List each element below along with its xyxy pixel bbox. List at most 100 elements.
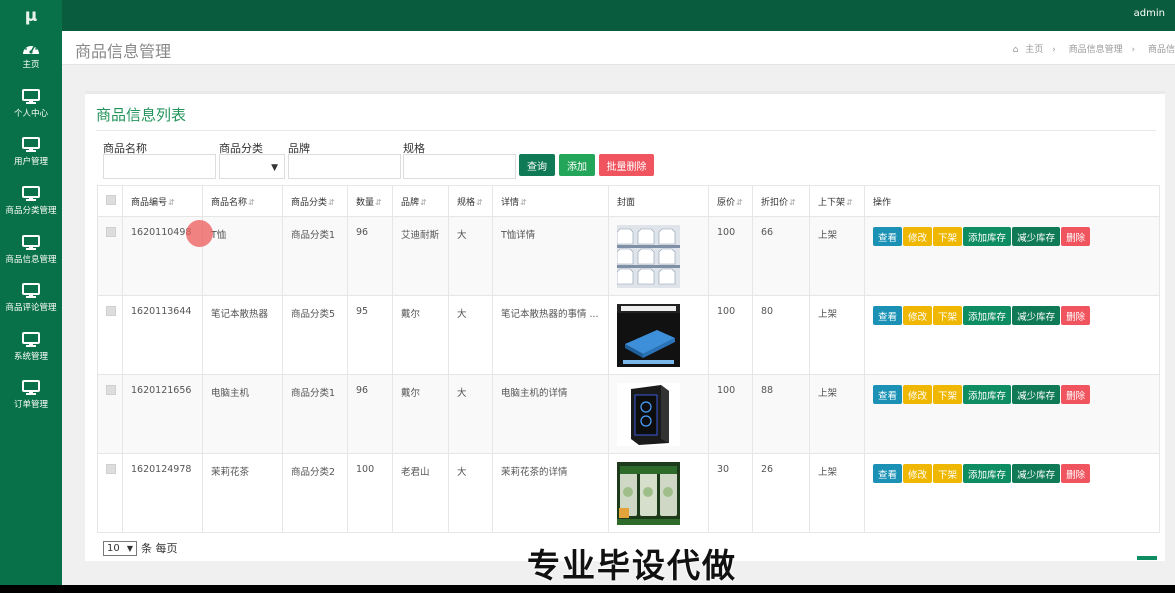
sort-icon: ⇵ (328, 197, 335, 207)
table-row: 1620124978 茉莉花茶 商品分类2 100 老君山 大 茉莉花茶的详情 (97, 453, 1160, 533)
add-stock-button[interactable]: 添加库存 (963, 227, 1012, 246)
product-table: 商品编号⇵ 商品名称⇵ 商品分类⇵ 数量⇵ 品牌⇵ 规格⇵ 详情⇵ 封面 原价⇵… (97, 185, 1160, 533)
cell-status: 上架 (809, 295, 865, 375)
brand-input[interactable] (288, 154, 401, 179)
cell-spec: 大 (448, 295, 493, 375)
sort-icon: ⇵ (789, 197, 796, 207)
content-panel: 商品信息列表 商品名称 商品分类 ▼ 品牌 规格 查询 添加 批量删除 商品编号… (85, 91, 1165, 561)
sort-icon: ⇵ (476, 197, 483, 207)
unlist-button[interactable]: 下架 (933, 227, 963, 246)
panel-title: 商品信息列表 (96, 106, 187, 124)
unlist-button[interactable]: 下架 (933, 464, 963, 483)
cell-qty: 96 (347, 374, 393, 454)
select-all-cell (97, 185, 123, 217)
sort-icon: ⇵ (420, 197, 427, 207)
product-image-pc-case[interactable] (617, 383, 680, 446)
row-checkbox[interactable] (106, 227, 116, 237)
product-image-tshirt[interactable] (616, 225, 680, 288)
delete-button[interactable]: 删除 (1061, 306, 1091, 325)
col-header[interactable]: 规格⇵ (448, 185, 493, 217)
table-header-row: 商品编号⇵ 商品名称⇵ 商品分类⇵ 数量⇵ 品牌⇵ 规格⇵ 详情⇵ 封面 原价⇵… (97, 185, 1160, 217)
sort-icon: ⇵ (248, 197, 255, 207)
sidebar-item-home[interactable]: 主页 (0, 31, 62, 80)
edit-button[interactable]: 修改 (903, 306, 933, 325)
sidebar-item-orders[interactable]: 订单管理 (0, 371, 62, 420)
page-size-label: 条 每页 (141, 542, 178, 555)
breadcrumb-home[interactable]: 主页 (1025, 45, 1043, 55)
cell-detail: 笔记本散热器的事情 ... (492, 295, 609, 375)
reduce-stock-button[interactable]: 减少库存 (1012, 306, 1061, 325)
spec-input[interactable] (403, 154, 516, 179)
col-header[interactable]: 详情⇵ (492, 185, 609, 217)
search-button[interactable]: 查询 (519, 154, 555, 176)
col-header[interactable]: 原价⇵ (708, 185, 753, 217)
breadcrumb-current[interactable]: 商品信息管理 (1069, 45, 1123, 55)
view-button[interactable]: 查看 (873, 306, 903, 325)
divider (96, 130, 1156, 131)
sidebar-item-comments[interactable]: 商品评论管理 (0, 274, 62, 323)
delete-button[interactable]: 删除 (1061, 385, 1091, 404)
table-row: 1620121656 电脑主机 商品分类1 96 戴尔 大 电脑主机的详情 10… (97, 374, 1160, 454)
sidebar-item-label: 主页 (22, 59, 40, 70)
cell-status: 上架 (809, 374, 865, 454)
col-header[interactable]: 商品编号⇵ (122, 185, 203, 217)
add-button[interactable]: 添加 (559, 154, 595, 176)
cell-brand: 艾迪耐斯 (392, 216, 449, 296)
edit-button[interactable]: 修改 (903, 227, 933, 246)
add-stock-button[interactable]: 添加库存 (963, 306, 1012, 325)
col-header[interactable]: 商品名称⇵ (202, 185, 283, 217)
row-checkbox[interactable] (106, 464, 116, 474)
delete-button[interactable]: 删除 (1061, 464, 1091, 483)
add-stock-button[interactable]: 添加库存 (963, 385, 1012, 404)
video-caption: 专业毕设代做 (527, 546, 737, 585)
reduce-stock-button[interactable]: 减少库存 (1012, 464, 1061, 483)
chevron-right-icon: › (1052, 45, 1056, 55)
sort-icon: ⇵ (520, 197, 527, 207)
row-checkbox[interactable] (106, 385, 116, 395)
breadcrumb-truncated[interactable]: 商品信 (1148, 45, 1175, 55)
edit-button[interactable]: 修改 (903, 385, 933, 404)
view-button[interactable]: 查看 (873, 385, 903, 404)
cell-price: 30 (708, 453, 753, 533)
sidebar-item-system[interactable]: 系统管理 (0, 323, 62, 372)
cell-brand: 戴尔 (392, 295, 449, 375)
col-header[interactable]: 上下架⇵ (809, 185, 865, 217)
unlist-button[interactable]: 下架 (933, 385, 963, 404)
scroll-top-button[interactable] (1137, 556, 1157, 560)
col-header[interactable]: 商品分类⇵ (282, 185, 348, 217)
unlist-button[interactable]: 下架 (933, 306, 963, 325)
col-header[interactable]: 折扣价⇵ (752, 185, 810, 217)
view-button[interactable]: 查看 (873, 464, 903, 483)
monitor-icon (22, 186, 40, 202)
add-stock-button[interactable]: 添加库存 (963, 464, 1012, 483)
logo: μ (0, 0, 62, 31)
cell-qty: 100 (347, 453, 393, 533)
user-name[interactable]: admin (1134, 8, 1165, 19)
monitor-icon (22, 137, 40, 153)
reduce-stock-button[interactable]: 减少库存 (1012, 227, 1061, 246)
cell-status: 上架 (809, 453, 865, 533)
cell-category: 商品分类1 (282, 216, 348, 296)
sidebar-item-users[interactable]: 用户管理 (0, 128, 62, 177)
product-image-tea[interactable] (617, 462, 680, 525)
table-row: 1620113644 笔记本散热器 商品分类5 95 戴尔 大 笔记本散热器的事… (97, 295, 1160, 375)
sidebar-item-profile[interactable]: 个人中心 (0, 80, 62, 129)
reduce-stock-button[interactable]: 减少库存 (1012, 385, 1061, 404)
delete-button[interactable]: 删除 (1061, 227, 1091, 246)
view-button[interactable]: 查看 (873, 227, 903, 246)
category-select[interactable]: ▼ (219, 154, 285, 179)
product-image-cooler[interactable] (617, 304, 680, 367)
sidebar-item-products[interactable]: 商品信息管理 (0, 225, 62, 274)
col-header[interactable]: 品牌⇵ (392, 185, 449, 217)
page-size-select[interactable]: 10 ▼ (103, 540, 137, 556)
edit-button[interactable]: 修改 (903, 464, 933, 483)
sidebar-item-category[interactable]: 商品分类管理 (0, 177, 62, 226)
row-checkbox[interactable] (106, 306, 116, 316)
cell-category: 商品分类5 (282, 295, 348, 375)
product-name-input[interactable] (103, 154, 216, 179)
col-header[interactable]: 数量⇵ (347, 185, 393, 217)
cell-name: 电脑主机 (202, 374, 283, 454)
app-window: μ admin 主页 个人中心 用户管理 商品分类管理 商品信息管理 商品评论管… (0, 0, 1175, 585)
batch-delete-button[interactable]: 批量删除 (599, 154, 654, 176)
select-all-checkbox[interactable] (106, 194, 116, 205)
